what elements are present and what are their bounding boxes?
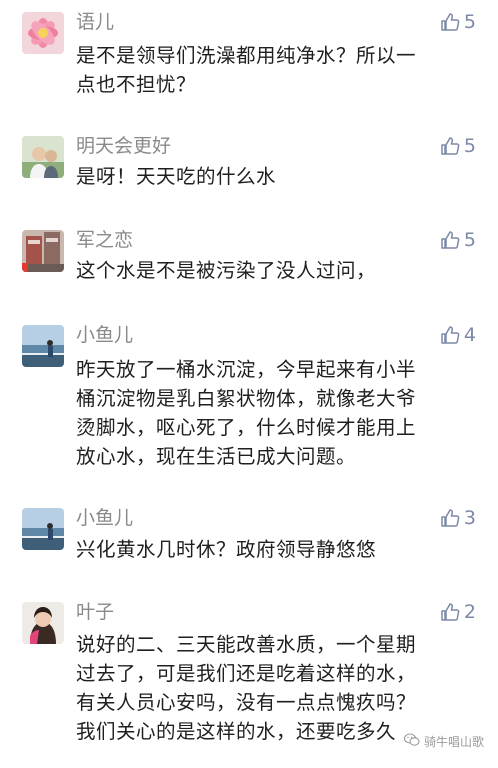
comment-line: 是不是领导们洗澡都用纯净水？所以一: [76, 44, 417, 67]
author-name[interactable]: 明天会更好: [76, 134, 171, 158]
wechat-icon: [403, 733, 420, 750]
thumbs-up-icon: [440, 230, 460, 250]
thumbs-up-icon: [440, 325, 460, 345]
comment-line: 烫脚水，呕心死了，什么时候才能用上: [76, 416, 417, 439]
comment-line: 有关人员心安吗，没有一点点愧疚吗？: [76, 691, 417, 714]
comment-line: 昨天放了一桶水沉淀，今早起来有小半: [76, 358, 417, 381]
like-button[interactable]: 4: [440, 323, 476, 347]
comment-text: 是呀！天天吃的什么水: [76, 162, 476, 191]
comment-text: 这个水是不是被污染了没人过问，: [76, 256, 476, 285]
comment-line: 放心水，现在生活已成大问题。: [76, 445, 357, 468]
author-name[interactable]: 小鱼儿: [76, 506, 133, 530]
author-name[interactable]: 语儿: [76, 10, 114, 34]
like-button[interactable]: 5: [440, 10, 476, 34]
watermark-text: 骑牛唱山歌: [423, 735, 484, 749]
author-name[interactable]: 叶子: [76, 600, 114, 624]
comment-line: 是呀！天天吃的什么水: [76, 165, 277, 188]
thumbs-up-icon: [440, 602, 460, 622]
comment-line: 说好的二、三天能改善水质，一个星期: [76, 633, 417, 656]
watermark: 骑牛唱山歌: [403, 733, 484, 750]
like-count: 4: [463, 324, 476, 346]
comment-line: 过去了，可是我们还是吃着这样的水，: [76, 662, 417, 685]
avatar[interactable]: [22, 230, 64, 272]
comment-line: 桶沉淀物是乳白絮状物体，就像老大爷: [76, 387, 417, 410]
thumbs-up-icon: [440, 136, 460, 156]
like-count: 3: [463, 507, 476, 529]
like-count: 5: [463, 135, 476, 157]
comment-text: 兴化黄水几时休？政府领导静悠悠: [76, 535, 476, 564]
avatar[interactable]: [22, 325, 64, 367]
like-count: 5: [463, 11, 476, 33]
thumbs-up-icon: [440, 12, 460, 32]
avatar[interactable]: [22, 136, 64, 178]
avatar[interactable]: [22, 12, 64, 54]
avatar[interactable]: [22, 602, 64, 644]
like-button[interactable]: 3: [440, 506, 476, 530]
comment-line: 兴化黄水几时休？政府领导静悠悠: [76, 538, 377, 561]
avatar[interactable]: [22, 508, 64, 550]
comment-line: 点也不担忧？: [76, 73, 197, 96]
like-button[interactable]: 5: [440, 134, 476, 158]
author-name[interactable]: 军之恋: [76, 228, 133, 252]
like-button[interactable]: 2: [440, 600, 476, 624]
comment-line: 这个水是不是被污染了没人过问，: [76, 259, 377, 282]
comment-text: 昨天放了一桶水沉淀，今早起来有小半 桶沉淀物是乳白絮状物体，就像老大爷 烫脚水，…: [76, 355, 476, 471]
comment-text: 说好的二、三天能改善水质，一个星期 过去了，可是我们还是吃着这样的水， 有关人员…: [76, 630, 476, 746]
like-count: 2: [463, 601, 476, 623]
author-name[interactable]: 小鱼儿: [76, 323, 133, 347]
comment-text: 是不是领导们洗澡都用纯净水？所以一 点也不担忧？: [76, 41, 476, 99]
thumbs-up-icon: [440, 508, 460, 528]
like-button[interactable]: 5: [440, 228, 476, 252]
like-count: 5: [463, 229, 476, 251]
